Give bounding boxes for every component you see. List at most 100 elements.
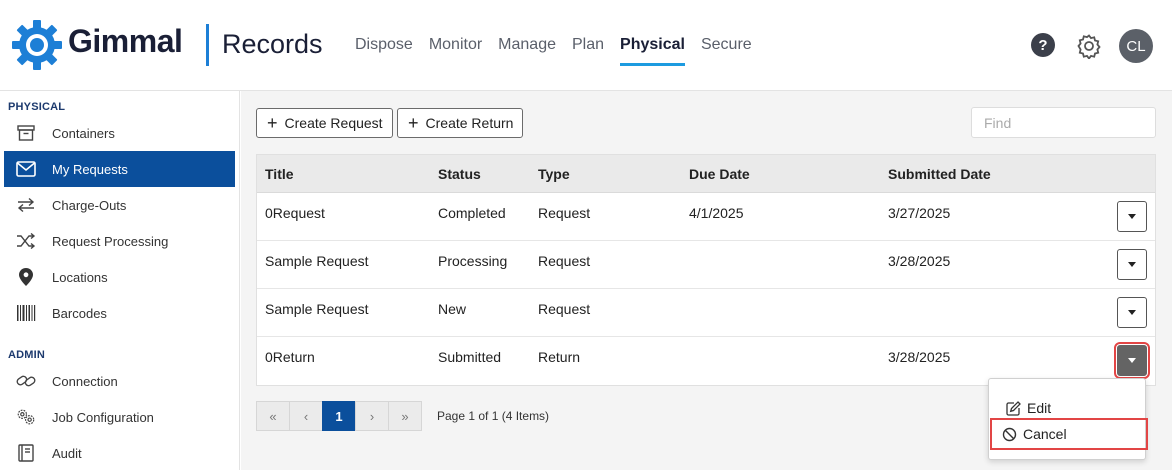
caret-down-icon — [1128, 358, 1136, 363]
sidebar-item-locations[interactable]: Locations — [4, 259, 235, 295]
sidebar-item-label: Job Configuration — [52, 409, 154, 425]
column-header-status[interactable]: Status — [430, 166, 530, 182]
row-actions-dropdown-button[interactable] — [1117, 201, 1147, 232]
row-actions-dropdown-button-open[interactable] — [1114, 342, 1150, 379]
barcode-icon — [16, 303, 36, 323]
cell-due-date: 4/1/2025 — [689, 205, 744, 221]
next-page-button[interactable]: › — [355, 401, 389, 431]
cell-submitted-date: 3/28/2025 — [888, 253, 951, 269]
sidebar-item-job-configuration[interactable]: Job Configuration — [4, 399, 235, 435]
pagination-info: Page 1 of 1 (4 Items) — [437, 409, 550, 423]
sidebar-item-label: Request Processing — [52, 233, 169, 249]
sidebar-item-label: My Requests — [52, 161, 128, 177]
pagination: « ‹ 1 › » — [256, 401, 422, 431]
gears-icon — [16, 407, 36, 427]
table-row[interactable]: Sample Request Processing Request 3/28/2… — [257, 241, 1155, 289]
column-header-type[interactable]: Type — [530, 166, 681, 182]
sidebar-item-label: Charge-Outs — [52, 197, 127, 213]
column-header-due-date[interactable]: Due Date — [681, 166, 880, 182]
sidebar-item-containers[interactable]: Containers — [4, 115, 235, 151]
caret-down-icon — [1128, 262, 1136, 267]
swap-arrows-icon — [16, 195, 36, 215]
sidebar-item-charge-outs[interactable]: Charge-Outs — [4, 187, 235, 223]
cell-submitted-date: 3/28/2025 — [888, 349, 951, 365]
main-content: + Create Request + Create Return Title S… — [241, 91, 1172, 470]
settings-gear-icon[interactable] — [1076, 33, 1102, 59]
cell-due-date — [681, 289, 880, 301]
row-actions-dropdown-button[interactable] — [1117, 249, 1147, 280]
sidebar-item-barcodes[interactable]: Barcodes — [4, 295, 235, 331]
help-icon[interactable]: ? — [1031, 33, 1055, 57]
sidebar-item-connection[interactable]: Connection — [4, 363, 235, 399]
row-actions-dropdown-button[interactable] — [1117, 297, 1147, 328]
table-row[interactable]: Sample Request New Request — [257, 289, 1155, 337]
archive-box-icon — [16, 123, 36, 143]
sidebar-section-physical: PHYSICAL — [8, 101, 66, 113]
cell-title: 0Request — [265, 205, 325, 221]
cell-status: New — [438, 301, 467, 317]
cell-title: 0Return — [265, 349, 315, 365]
user-avatar[interactable]: CL — [1119, 29, 1153, 63]
sidebar-item-label: Containers — [52, 125, 115, 141]
edit-icon — [1005, 400, 1021, 416]
page-number-button[interactable]: 1 — [322, 401, 356, 431]
table-header: Title Status Type Due Date Submitted Dat… — [257, 155, 1155, 193]
cell-title: Sample Request — [265, 301, 369, 317]
cell-due-date — [681, 337, 880, 349]
previous-page-button[interactable]: ‹ — [289, 401, 323, 431]
cell-status: Completed — [438, 205, 506, 221]
sidebar-item-label: Connection — [52, 373, 118, 389]
plus-icon: + — [408, 113, 419, 133]
gear-logo-icon — [12, 20, 62, 70]
last-page-button[interactable]: » — [388, 401, 422, 431]
sidebar-item-audit[interactable]: Audit — [4, 435, 235, 470]
caret-down-icon — [1128, 214, 1136, 219]
sidebar-section-admin: ADMIN — [8, 349, 46, 361]
book-icon — [16, 443, 36, 463]
nav-plan[interactable]: Plan — [572, 36, 604, 66]
envelope-icon — [16, 159, 36, 179]
cell-submitted-date: 3/27/2025 — [888, 205, 951, 221]
ban-icon — [1001, 426, 1017, 442]
nav-monitor[interactable]: Monitor — [429, 36, 482, 66]
table-row[interactable]: 0Request Completed Request 4/1/2025 3/27… — [257, 193, 1155, 241]
cell-status: Submitted — [438, 349, 502, 365]
nav-dispose[interactable]: Dispose — [355, 36, 413, 66]
menu-item-cancel[interactable]: Cancel — [990, 418, 1148, 450]
cell-type: Request — [538, 253, 591, 269]
row-actions-menu: Edit Cancel — [988, 378, 1148, 460]
top-navigation: Dispose Monitor Manage Plan Physical Sec… — [355, 36, 768, 66]
cell-type: Return — [538, 349, 581, 365]
caret-down-icon — [1128, 310, 1136, 315]
cell-due-date — [681, 241, 880, 253]
nav-manage[interactable]: Manage — [498, 36, 556, 66]
app-name: Records — [222, 29, 323, 59]
brand-logo-text: Gimmal — [68, 23, 183, 59]
sidebar-item-label: Audit — [52, 445, 82, 461]
map-pin-icon — [16, 267, 36, 287]
cell-status: Processing — [438, 253, 508, 269]
find-input[interactable] — [971, 107, 1156, 138]
first-page-button[interactable]: « — [256, 401, 290, 431]
create-return-button[interactable]: + Create Return — [397, 108, 524, 138]
cell-submitted-date — [880, 289, 1080, 301]
nav-secure[interactable]: Secure — [701, 36, 752, 66]
sidebar: PHYSICAL Containers My Requests Charge-O… — [0, 91, 240, 470]
sidebar-item-request-processing[interactable]: Request Processing — [4, 223, 235, 259]
requests-table: Title Status Type Due Date Submitted Dat… — [256, 154, 1156, 386]
nav-physical[interactable]: Physical — [620, 36, 685, 66]
cell-type: Request — [538, 301, 591, 317]
shuffle-icon — [16, 231, 36, 251]
sidebar-item-label: Locations — [52, 269, 108, 285]
column-header-title[interactable]: Title — [257, 166, 430, 182]
column-header-submitted-date[interactable]: Submitted Date — [880, 166, 1080, 182]
sidebar-item-my-requests[interactable]: My Requests — [4, 151, 235, 187]
link-icon — [16, 371, 36, 391]
cell-title: Sample Request — [265, 253, 369, 269]
plus-icon: + — [267, 113, 278, 133]
cell-type: Request — [538, 205, 591, 221]
brand-divider — [206, 24, 209, 66]
app-header: Gimmal Records Dispose Monitor Manage Pl… — [0, 0, 1172, 91]
create-request-button[interactable]: + Create Request — [256, 108, 393, 138]
sidebar-item-label: Barcodes — [52, 305, 107, 321]
